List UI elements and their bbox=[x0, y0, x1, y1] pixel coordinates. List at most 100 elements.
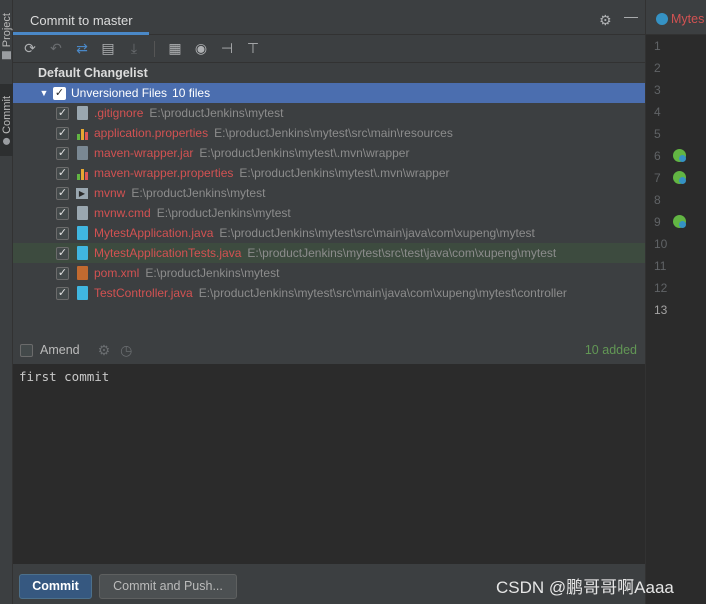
diff-icon[interactable]: ⇄ bbox=[73, 40, 91, 58]
line-number-current: 13 bbox=[654, 303, 668, 317]
eye-icon[interactable]: ◉ bbox=[192, 40, 210, 58]
line-number: 6 bbox=[654, 149, 661, 163]
show-diff-icon[interactable]: ▤ bbox=[99, 40, 117, 58]
project-tool-label: Project bbox=[0, 12, 13, 48]
changelist-title[interactable]: Default Changelist bbox=[13, 63, 645, 83]
line-number: 3 bbox=[654, 83, 661, 97]
expand-all-icon[interactable]: ⊣ bbox=[218, 40, 236, 58]
properties-icon bbox=[74, 125, 90, 141]
changes-tree: Default Changelist ▼ ✓ Unversioned Files… bbox=[13, 63, 645, 323]
file-name: mvnw bbox=[94, 186, 126, 200]
line-number: 2 bbox=[654, 61, 661, 75]
line-number: 8 bbox=[654, 193, 661, 207]
file-row[interactable]: ✓ ▶ mvnw E:\productJenkins\mytest bbox=[13, 183, 645, 203]
file-row[interactable]: ✓ .gitignore E:\productJenkins\mytest bbox=[13, 103, 645, 123]
commit-and-push-button[interactable]: Commit and Push... bbox=[99, 574, 237, 599]
refresh-icon[interactable]: ⟳ bbox=[21, 40, 39, 58]
file-path: E:\productJenkins\mytest\src\test\java\c… bbox=[247, 246, 557, 260]
gear-icon[interactable]: ⚙ bbox=[98, 342, 111, 359]
folder-icon bbox=[2, 51, 11, 60]
file-path: E:\productJenkins\mytest\.mvn\wrapper bbox=[239, 166, 450, 180]
file-checkbox[interactable]: ✓ bbox=[56, 266, 69, 280]
file-name: maven-wrapper.jar bbox=[94, 146, 194, 160]
line-number: 9 bbox=[654, 215, 661, 229]
amend-checkbox[interactable] bbox=[20, 343, 33, 357]
file-path: E:\productJenkins\mytest\src\main\java\c… bbox=[198, 286, 567, 300]
chevron-down-icon[interactable]: ▼ bbox=[38, 88, 50, 98]
group-label: Unversioned Files bbox=[71, 86, 168, 100]
java-class-icon bbox=[74, 285, 90, 301]
file-checkbox[interactable]: ✓ bbox=[56, 186, 69, 200]
file-row[interactable]: ✓ TestController.java E:\productJenkins\… bbox=[13, 283, 645, 303]
project-tool-tab[interactable]: Project bbox=[0, 0, 13, 72]
file-row[interactable]: ✓ maven-wrapper.jar E:\productJenkins\my… bbox=[13, 143, 645, 163]
line-gutter: 1 2 3 4 5 6 7 8 9 10 11 12 13 bbox=[646, 35, 706, 321]
editor-tabs: Mytes bbox=[646, 0, 706, 35]
shell-icon: ▶ bbox=[74, 185, 90, 201]
added-status: 10 added bbox=[584, 343, 637, 357]
text-file-icon bbox=[74, 205, 90, 221]
jar-icon bbox=[74, 145, 90, 161]
file-row-highlighted[interactable]: ✓ MytestApplicationTests.java E:\product… bbox=[13, 243, 645, 263]
file-path: E:\productJenkins\mytest bbox=[149, 106, 284, 120]
line-number: 4 bbox=[654, 105, 661, 119]
spring-class-icon bbox=[656, 13, 668, 25]
group-checkbox[interactable]: ✓ bbox=[53, 86, 66, 100]
commit-tool-label: Commit bbox=[0, 95, 13, 134]
watermark: CSDN @鹏哥哥啊Aaaa bbox=[496, 578, 674, 597]
commit-button[interactable]: Commit bbox=[19, 574, 92, 599]
spring-bean-gutter-icon[interactable] bbox=[673, 171, 686, 184]
line-number: 10 bbox=[654, 237, 668, 251]
file-row[interactable]: ✓ mvnw.cmd E:\productJenkins\mytest bbox=[13, 203, 645, 223]
gear-icon[interactable]: ⚙ bbox=[599, 12, 612, 29]
editor-area: Mytes 1 2 3 4 5 6 7 8 9 10 11 12 13 bbox=[645, 0, 706, 604]
commit-tool-tab[interactable]: Commit bbox=[0, 84, 13, 156]
line-number: 12 bbox=[654, 281, 668, 295]
spring-bean-gutter-icon[interactable] bbox=[673, 149, 686, 162]
file-path: E:\productJenkins\mytest\src\main\java\c… bbox=[219, 226, 535, 240]
line-number: 11 bbox=[654, 259, 667, 273]
commit-message-editor[interactable]: first commit bbox=[13, 364, 645, 564]
file-checkbox[interactable]: ✓ bbox=[56, 106, 69, 120]
file-checkbox[interactable]: ✓ bbox=[56, 206, 69, 220]
file-checkbox[interactable]: ✓ bbox=[56, 146, 69, 160]
file-row[interactable]: ✓ pom.xml E:\productJenkins\mytest bbox=[13, 263, 645, 283]
file-checkbox[interactable]: ✓ bbox=[56, 286, 69, 300]
rollback-icon[interactable]: ↶ bbox=[47, 40, 65, 58]
unversioned-files-node[interactable]: ▼ ✓ Unversioned Files 10 files bbox=[13, 83, 645, 103]
clock-icon[interactable]: ◷ bbox=[120, 342, 132, 359]
amend-bar: Amend ⚙ ◷ 10 added bbox=[13, 337, 645, 363]
java-class-icon bbox=[74, 245, 90, 261]
editor-tab[interactable]: Mytes bbox=[671, 12, 704, 26]
java-class-icon bbox=[74, 225, 90, 241]
file-checkbox[interactable]: ✓ bbox=[56, 126, 69, 140]
file-name: MytestApplication.java bbox=[94, 226, 214, 240]
spring-bean-gutter-icon[interactable] bbox=[673, 215, 686, 228]
file-name: .gitignore bbox=[94, 106, 144, 120]
commit-panel: Commit to master ⚙ — ⟳ ↶ ⇄ ▤ ⤓ ▦ ◉ ⊣ ⊤ D… bbox=[13, 0, 645, 604]
file-path: E:\productJenkins\mytest bbox=[131, 186, 266, 200]
file-row[interactable]: ✓ application.properties E:\productJenki… bbox=[13, 123, 645, 143]
file-row[interactable]: ✓ maven-wrapper.properties E:\productJen… bbox=[13, 163, 645, 183]
amend-label[interactable]: Amend bbox=[40, 343, 80, 357]
maven-pom-icon bbox=[74, 265, 90, 281]
file-path: E:\productJenkins\mytest\src\main\resour… bbox=[214, 126, 453, 140]
tool-window-strip: Project Commit bbox=[0, 0, 13, 604]
file-checkbox[interactable]: ✓ bbox=[56, 246, 69, 260]
file-row[interactable]: ✓ MytestApplication.java E:\productJenki… bbox=[13, 223, 645, 243]
toolbar-separator bbox=[154, 40, 155, 57]
file-name: application.properties bbox=[94, 126, 209, 140]
commit-toolbar: ⟳ ↶ ⇄ ▤ ⤓ ▦ ◉ ⊣ ⊤ bbox=[13, 35, 645, 63]
file-name: maven-wrapper.properties bbox=[94, 166, 234, 180]
file-checkbox[interactable]: ✓ bbox=[56, 226, 69, 240]
gitignore-icon bbox=[74, 105, 90, 121]
file-checkbox[interactable]: ✓ bbox=[56, 166, 69, 180]
file-path: E:\productJenkins\mytest bbox=[145, 266, 280, 280]
line-number-7: 7 bbox=[646, 167, 706, 189]
group-by-icon[interactable]: ▦ bbox=[166, 40, 184, 58]
minimize-icon[interactable]: — bbox=[624, 8, 638, 24]
shelve-icon[interactable]: ⤓ bbox=[125, 40, 143, 58]
commit-tab[interactable]: Commit to master bbox=[13, 8, 149, 35]
file-name: MytestApplicationTests.java bbox=[94, 246, 242, 260]
collapse-all-icon[interactable]: ⊤ bbox=[244, 40, 262, 58]
